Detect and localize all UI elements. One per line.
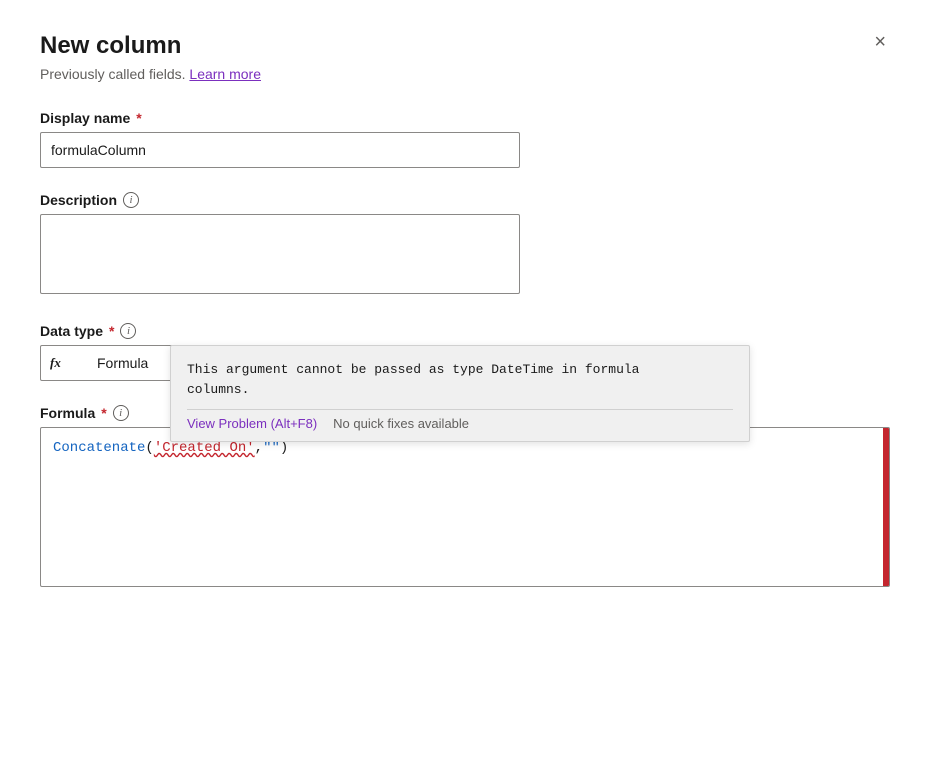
dialog-header: New column × [40, 32, 890, 60]
formula-error-bar [883, 428, 889, 586]
data-type-label: Data type * i [40, 323, 890, 339]
tooltip-actions: View Problem (Alt+F8) No quick fixes ava… [187, 409, 733, 431]
data-type-group: Data type * i fx Formula This argument c… [40, 323, 890, 381]
formula-editor-inner: Concatenate('Created On',"") [41, 428, 889, 568]
learn-more-link[interactable]: Learn more [189, 66, 261, 82]
description-input[interactable] [40, 214, 520, 294]
dialog-subtitle: Previously called fields. Learn more [40, 66, 890, 82]
formula-editor[interactable]: Concatenate('Created On',"") [40, 427, 890, 587]
formula-required: * [101, 405, 106, 421]
display-name-group: Display name * [40, 110, 890, 168]
view-problem-button[interactable]: View Problem (Alt+F8) [187, 416, 317, 431]
display-name-label: Display name * [40, 110, 890, 126]
data-type-wrapper: fx Formula This argument cannot be passe… [40, 345, 890, 381]
no-fixes-text: No quick fixes available [333, 416, 469, 431]
description-info-icon[interactable]: i [123, 192, 139, 208]
display-name-required: * [136, 110, 141, 126]
data-type-info-icon[interactable]: i [120, 323, 136, 339]
formula-func: Concatenate [53, 438, 145, 459]
dialog-title: New column [40, 32, 181, 60]
new-column-dialog: New column × Previously called fields. L… [0, 0, 930, 782]
formula-info-icon[interactable]: i [113, 405, 129, 421]
description-group: Description i [40, 192, 890, 299]
display-name-input[interactable] [40, 132, 520, 168]
data-type-container: fx Formula This argument cannot be passe… [40, 345, 520, 381]
description-label: Description i [40, 192, 890, 208]
close-button[interactable]: × [870, 28, 890, 56]
error-tooltip: This argument cannot be passed as type D… [170, 345, 750, 442]
data-type-required: * [109, 323, 114, 339]
tooltip-error-text: This argument cannot be passed as type D… [187, 360, 733, 399]
data-type-value: Formula [97, 355, 148, 371]
fx-icon: fx [50, 355, 61, 371]
formula-open-paren: ( [145, 438, 153, 459]
